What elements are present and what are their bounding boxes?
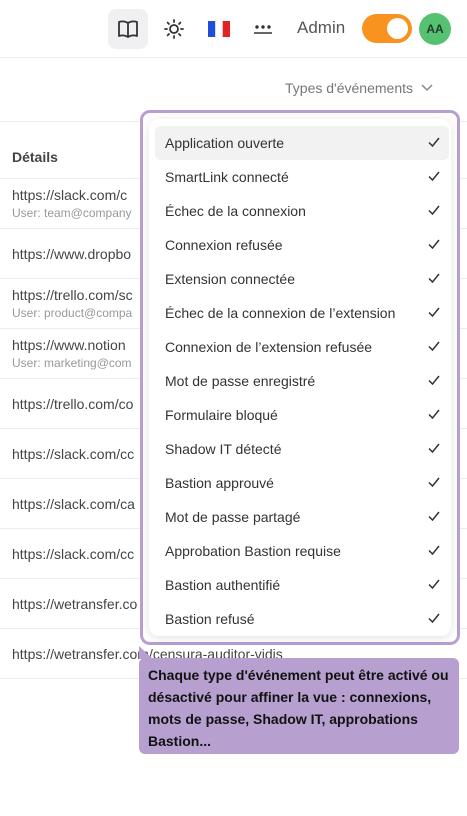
admin-toggle[interactable] — [362, 14, 412, 43]
option-label: Approbation Bastion requise — [165, 543, 341, 559]
dropdown-option[interactable]: Extension connectée — [155, 262, 449, 296]
check-icon — [428, 579, 440, 590]
admin-label: Admin — [297, 18, 346, 37]
check-icon — [428, 205, 440, 216]
theme-button[interactable] — [154, 9, 194, 49]
dropdown-option[interactable]: Shadow IT détecté — [155, 432, 449, 466]
dropdown-option[interactable]: Mot de passe partagé — [155, 500, 449, 534]
option-label: Extension connectée — [165, 271, 295, 287]
tooltip: Chaque type d'événement peut être activé… — [139, 658, 459, 754]
option-label: Échec de la connexion de l’extension — [165, 305, 396, 321]
option-label: Application ouverte — [165, 135, 285, 151]
event-types-label: Types d'événements — [285, 80, 413, 96]
dropdown-option[interactable]: Bastion approuvé — [155, 466, 449, 500]
dropdown-option[interactable]: Bastion refusé — [155, 602, 449, 636]
chevron-down-icon — [421, 84, 433, 92]
dropdown-option[interactable]: SmartLink connecté — [155, 160, 449, 194]
dropdown-option[interactable]: Approbation Bastion requise — [155, 534, 449, 568]
option-label: Mot de passe enregistré — [165, 373, 316, 389]
dropdown-option[interactable]: Mot de passe enregistré — [155, 364, 449, 398]
dropdown-option[interactable]: Connexion refusée — [155, 228, 449, 262]
option-label: Bastion approuvé — [165, 475, 274, 491]
check-icon — [428, 613, 440, 624]
dropdown-highlight-frame: Application ouverte SmartLink connecté Éch… — [140, 110, 460, 645]
option-label: Connexion de l’extension refusée — [165, 339, 373, 355]
check-icon — [428, 171, 440, 182]
option-label: Échec de la connexion — [165, 203, 306, 219]
language-button[interactable] — [199, 9, 239, 49]
option-label: SmartLink connecté — [165, 169, 289, 185]
sun-icon — [164, 19, 184, 39]
check-icon — [428, 545, 440, 556]
dots-icon — [254, 25, 272, 34]
password-dots-button[interactable] — [243, 9, 283, 49]
check-icon — [428, 375, 440, 386]
event-types-dropdown: Application ouverte SmartLink connecté Éch… — [149, 119, 451, 636]
option-label: Connexion refusée — [165, 237, 283, 253]
dropdown-option[interactable]: Formulaire bloqué — [155, 398, 449, 432]
avatar[interactable]: AA — [419, 13, 451, 45]
check-icon — [428, 307, 440, 318]
dropdown-option[interactable]: Échec de la connexion — [155, 194, 449, 228]
french-flag-icon — [208, 21, 230, 37]
check-icon — [428, 409, 440, 420]
book-icon — [118, 20, 138, 38]
check-icon — [428, 341, 440, 352]
dropdown-option[interactable]: Échec de la connexion de l’extension — [155, 296, 449, 330]
check-icon — [428, 443, 440, 454]
check-icon — [428, 511, 440, 522]
option-label: Mot de passe partagé — [165, 509, 301, 525]
option-label: Formulaire bloqué — [165, 407, 278, 423]
docs-button[interactable] — [108, 9, 148, 49]
top-bar: Admin AA — [0, 0, 467, 58]
event-types-select[interactable]: Types d'événements — [285, 80, 433, 96]
dropdown-option[interactable]: Application ouverte — [155, 126, 449, 160]
option-label: Bastion refusé — [165, 611, 255, 627]
check-icon — [428, 477, 440, 488]
option-label: Shadow IT détecté — [165, 441, 282, 457]
option-label: Bastion authentifié — [165, 577, 281, 593]
check-icon — [428, 273, 440, 284]
dropdown-option[interactable]: Bastion authentifié — [155, 568, 449, 602]
check-icon — [428, 137, 440, 148]
toggle-knob — [387, 18, 408, 39]
dropdown-option[interactable]: Connexion de l’extension refusée — [155, 330, 449, 364]
check-icon — [428, 239, 440, 250]
